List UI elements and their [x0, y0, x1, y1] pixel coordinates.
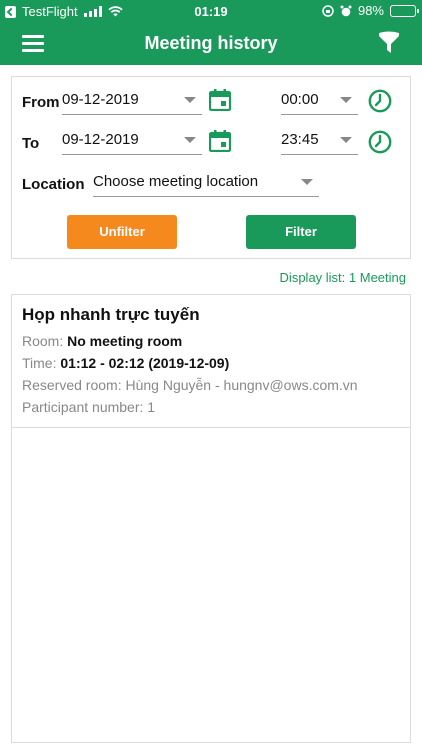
meeting-title: Họp nhanh trực tuyến: [22, 305, 200, 324]
reserved-label: Reserved room:: [22, 377, 122, 393]
display-list-count: Display list: 1 Meeting: [279, 270, 406, 285]
alarm-icon: [340, 5, 352, 16]
chevron-down-icon: [340, 97, 352, 103]
unfilter-button[interactable]: Unfilter: [67, 215, 177, 249]
from-date-select[interactable]: 09-12-2019: [62, 85, 202, 115]
battery-icon: [390, 4, 419, 17]
chevron-down-icon: [301, 179, 313, 185]
filter-panel: From 09-12-2019 00:00 To 09-12-2019 23:4…: [11, 76, 411, 259]
meeting-participants: Participant number: 1: [22, 399, 410, 415]
chevron-down-icon: [184, 97, 196, 103]
meeting-room: Room: No meeting room: [22, 333, 410, 349]
filter-button[interactable]: Filter: [246, 215, 356, 249]
chevron-down-icon: [184, 137, 196, 143]
meeting-list: Họp nhanh trực tuyến Room: No meeting ro…: [11, 294, 411, 743]
participant-label: Participant number:: [22, 399, 144, 415]
clock-icon[interactable]: [368, 89, 392, 113]
app-header: Meeting history: [0, 22, 422, 65]
calendar-icon[interactable]: [209, 130, 231, 152]
room-label: Room:: [22, 333, 64, 349]
meeting-list-item[interactable]: Họp nhanh trực tuyến Room: No meeting ro…: [12, 295, 410, 428]
page-title: Meeting history: [144, 33, 278, 53]
to-date-select[interactable]: 09-12-2019: [62, 125, 202, 155]
to-time-select[interactable]: 23:45: [281, 125, 358, 155]
to-label: To: [22, 135, 40, 152]
location-value: Choose meeting location: [93, 173, 259, 190]
status-right: 98%: [322, 3, 419, 18]
time-label: Time:: [22, 355, 57, 371]
calendar-icon[interactable]: [209, 89, 231, 111]
filter-funnel-icon[interactable]: [378, 31, 400, 55]
status-bar: TestFlight 01:19 98%: [0, 0, 422, 22]
from-label: From: [22, 94, 60, 111]
to-date-value: 09-12-2019: [62, 131, 139, 148]
participant-value: 1: [147, 399, 156, 415]
clock-icon[interactable]: [368, 130, 392, 154]
from-time-value: 00:00: [281, 91, 319, 108]
from-time-select[interactable]: 00:00: [281, 85, 358, 115]
time-value: 01:12 - 02:12 (2019-12-09): [60, 355, 230, 371]
meeting-reserved: Reserved room: Hùng Nguyễn - hungnv@ows.…: [22, 377, 410, 393]
chevron-down-icon: [340, 137, 352, 143]
from-date-value: 09-12-2019: [62, 91, 139, 108]
room-value: No meeting room: [67, 333, 183, 349]
rotation-lock-icon: [322, 4, 334, 17]
battery-percent: 98%: [357, 3, 384, 18]
top-bar: TestFlight 01:19 98% Meeting history: [0, 0, 422, 65]
to-time-value: 23:45: [281, 131, 319, 148]
location-label: Location: [22, 176, 85, 193]
meeting-time: Time: 01:12 - 02:12 (2019-12-09): [22, 355, 410, 371]
location-select[interactable]: Choose meeting location: [93, 167, 319, 197]
reserved-value: Hùng Nguyễn - hungnv@ows.com.vn: [125, 377, 358, 393]
